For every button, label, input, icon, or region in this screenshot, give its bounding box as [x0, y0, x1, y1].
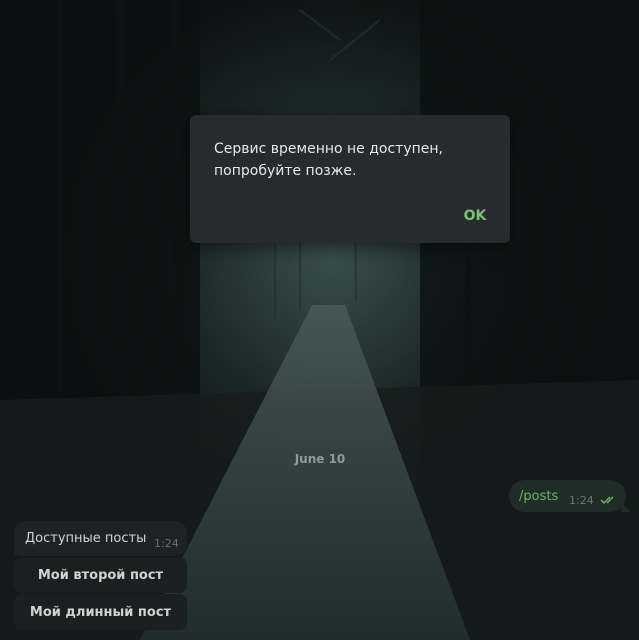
double-check-icon: [600, 494, 618, 509]
inline-button-second-post[interactable]: Мой второй пост: [14, 557, 187, 593]
message-text: Доступные посты: [25, 531, 147, 546]
inline-button-long-post[interactable]: Мой длинный пост: [14, 594, 187, 630]
message-time: 1:24: [154, 537, 179, 550]
date-separator: June 10: [294, 452, 346, 466]
incoming-message[interactable]: Доступные посты 1:24: [14, 521, 187, 556]
ok-button[interactable]: OK: [456, 205, 494, 227]
message-text: /posts: [519, 489, 559, 504]
message-time: 1:24: [569, 494, 594, 507]
outgoing-message[interactable]: /posts 1:24: [509, 480, 631, 512]
dialog-message: Сервис временно не доступен, попробуйте …: [214, 141, 443, 179]
alert-dialog: Сервис временно не доступен, попробуйте …: [190, 115, 510, 243]
